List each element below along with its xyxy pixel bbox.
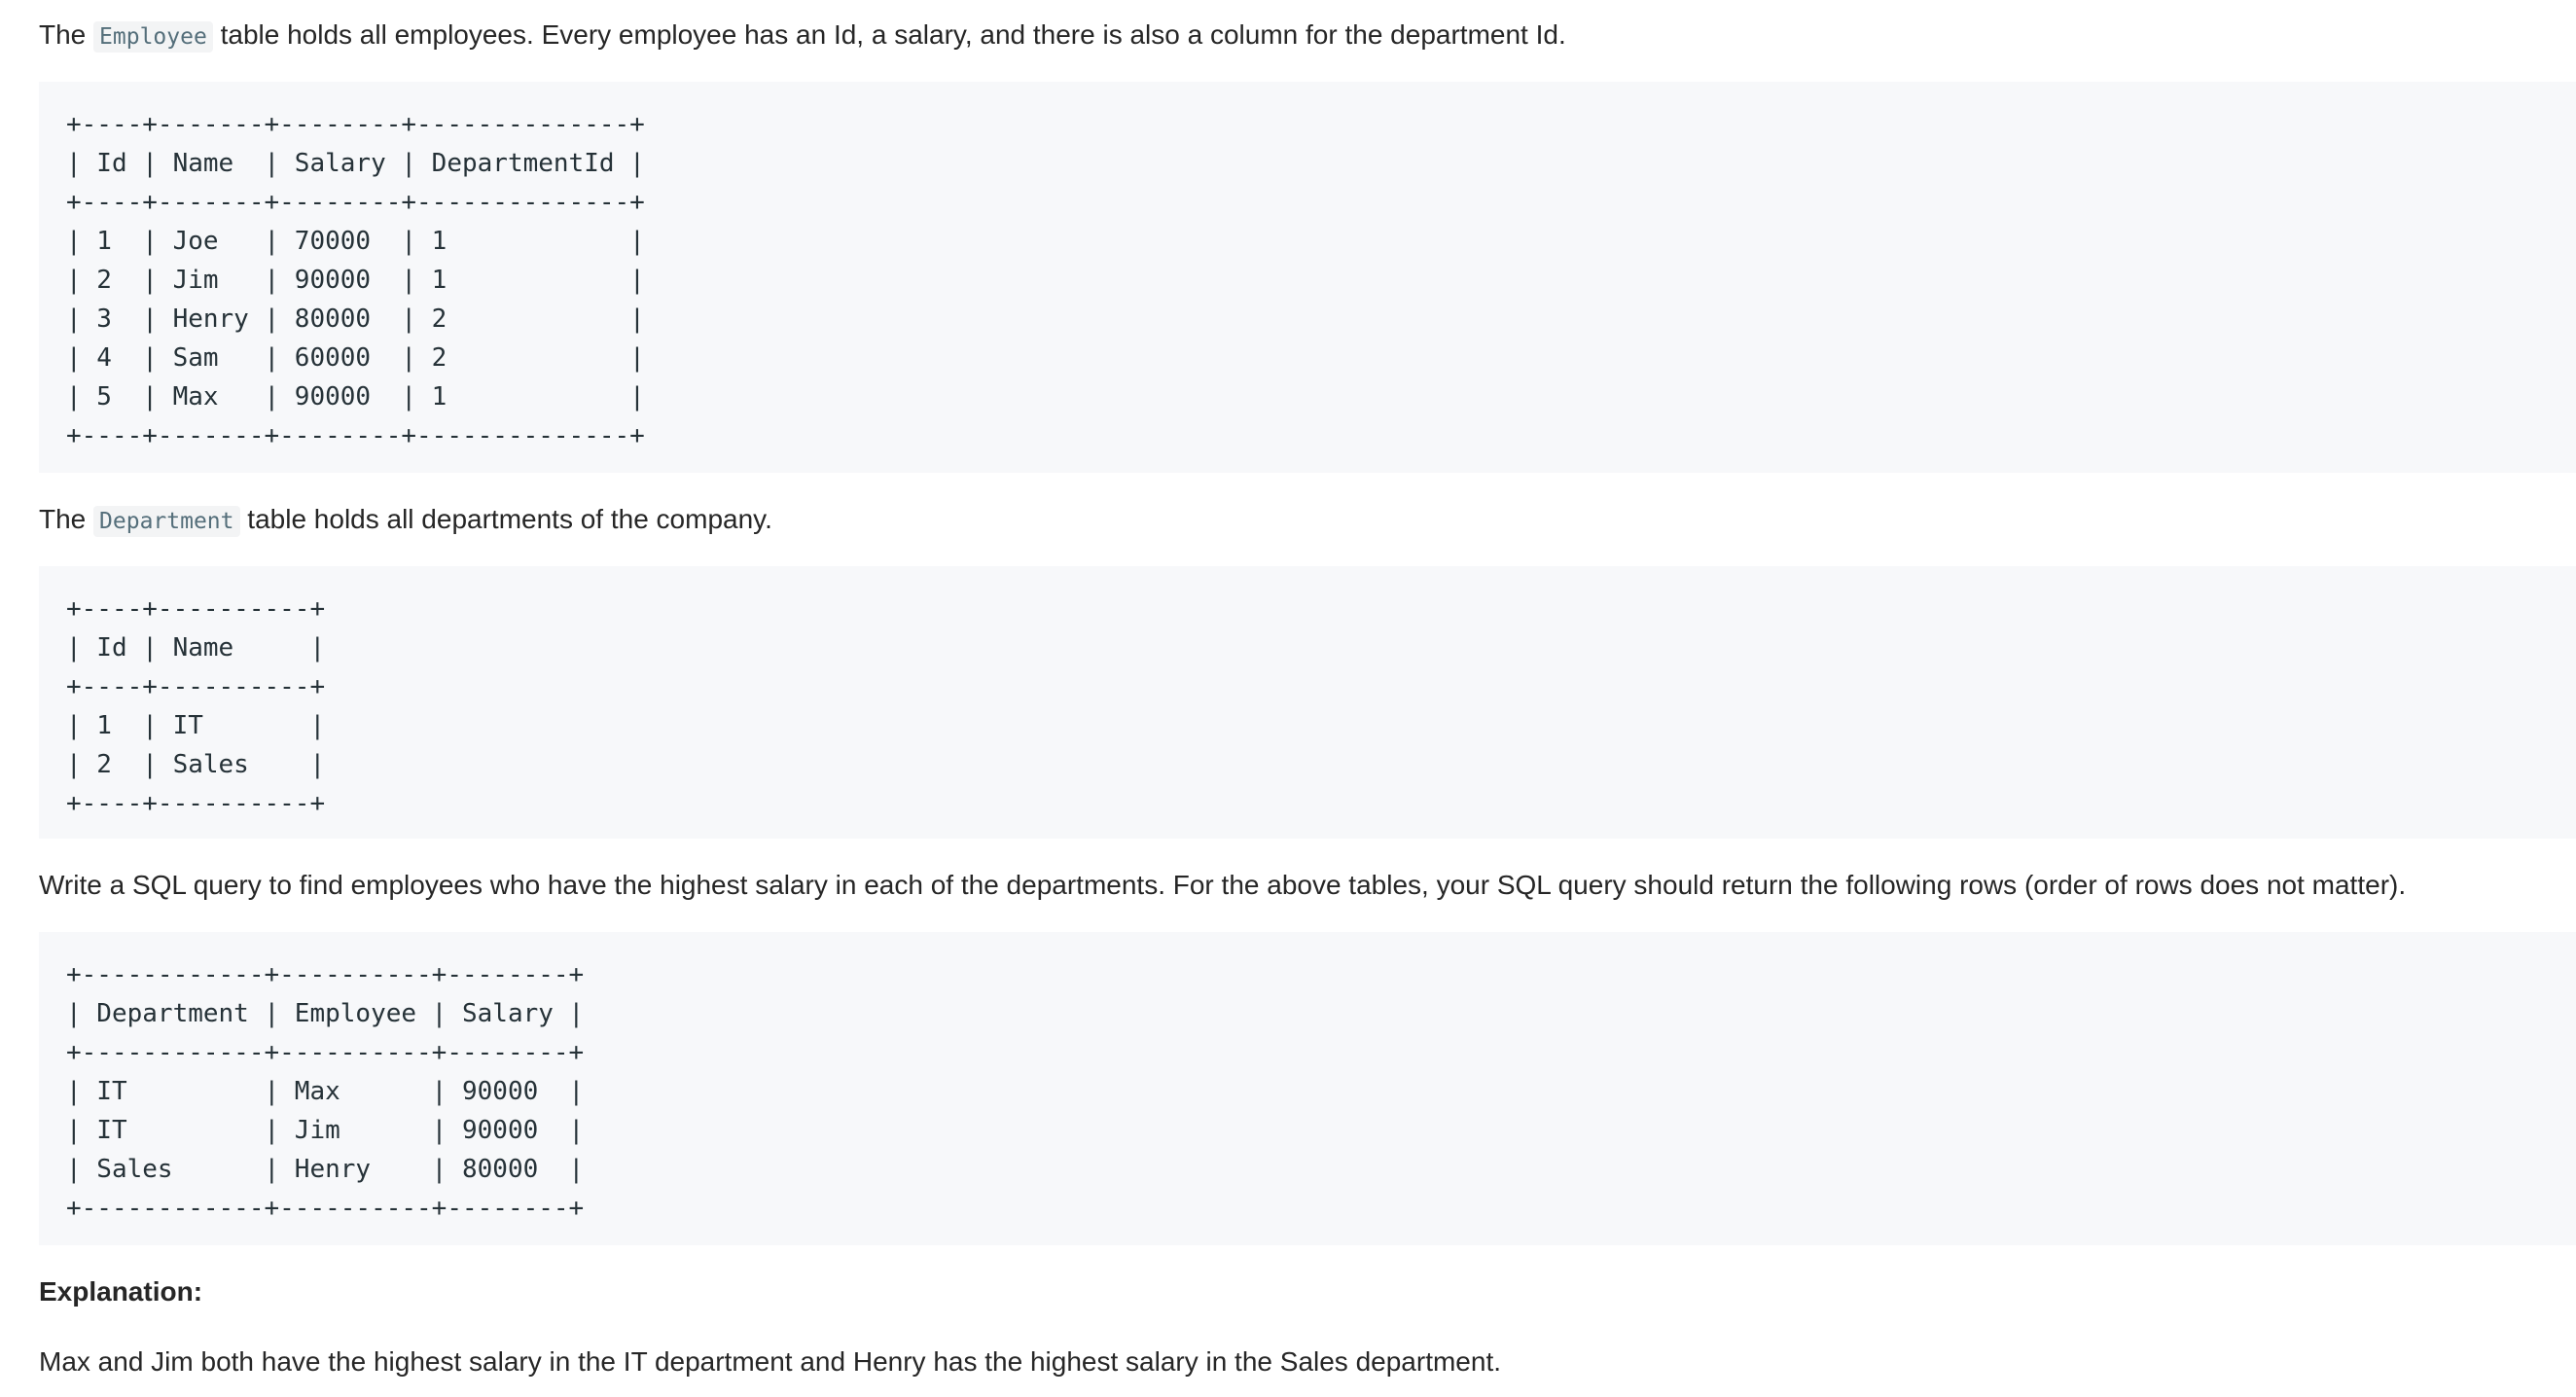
department-table-name: Department: [93, 506, 240, 537]
explanation-heading: Explanation:: [39, 1276, 203, 1307]
task-paragraph: Write a SQL query to find employees who …: [39, 870, 2407, 900]
department-intro-pre: The: [39, 504, 87, 534]
result-table-block: +------------+----------+--------+ | Dep…: [39, 932, 2576, 1245]
employee-intro-post: table holds all employees. Every employe…: [220, 19, 1566, 50]
employee-table-name: Employee: [93, 21, 213, 53]
explanation-text: Max and Jim both have the highest salary…: [39, 1346, 1502, 1377]
result-table-text: +------------+----------+--------+ | Dep…: [66, 960, 585, 1223]
department-intro-post: table holds all departments of the compa…: [247, 504, 772, 534]
employee-table-text: +----+-------+--------+--------------+ |…: [66, 110, 645, 450]
department-table-block: +----+----------+ | Id | Name | +----+--…: [39, 566, 2576, 839]
problem-description: The Employee table holds all employees. …: [0, 0, 2576, 1397]
department-table-text: +----+----------+ | Id | Name | +----+--…: [66, 594, 326, 818]
department-intro-paragraph: The Department table holds all departmen…: [39, 500, 772, 541]
employee-intro-pre: The: [39, 19, 87, 50]
employee-table-block: +----+-------+--------+--------------+ |…: [39, 82, 2576, 473]
employee-intro-paragraph: The Employee table holds all employees. …: [39, 16, 1566, 56]
